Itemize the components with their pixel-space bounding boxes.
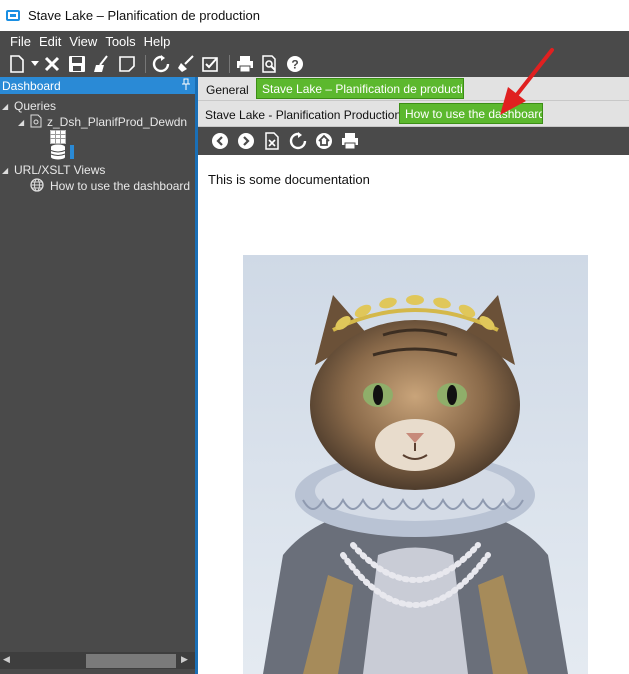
reload-icon[interactable]: [288, 131, 308, 151]
back-icon[interactable]: [210, 131, 230, 151]
tree-node-views[interactable]: ◢ URL/XSLT Views: [0, 162, 195, 178]
browser-toolbar: [198, 127, 629, 155]
horizontal-scrollbar[interactable]: ◀ ▶: [0, 652, 195, 669]
note-icon[interactable]: [116, 53, 138, 75]
tree-node-queries[interactable]: ◢ Queries: [0, 98, 195, 114]
menu-edit[interactable]: Edit: [39, 34, 61, 49]
tab-stave-production[interactable]: Stave Lake - Planification Production: [200, 104, 406, 125]
pin-icon[interactable]: [181, 78, 191, 93]
scroll-right-icon[interactable]: ▶: [181, 654, 188, 665]
panel-header: Dashboard: [0, 77, 195, 94]
clean-icon[interactable]: [91, 53, 113, 75]
forward-icon[interactable]: [236, 131, 256, 151]
collapse-icon[interactable]: ◢: [18, 118, 28, 127]
print-icon[interactable]: [234, 53, 256, 75]
tree-node-query[interactable]: ◢ z_Dsh_PlanifProd_Dewdn: [0, 114, 195, 130]
title-bar: Stave Lake – Planification de production: [0, 0, 629, 31]
app-icon: [6, 10, 20, 21]
tree-label: Queries: [14, 99, 57, 113]
stop-icon[interactable]: [262, 131, 282, 151]
menu-view[interactable]: View: [69, 34, 97, 49]
dashboard-panel: Dashboard ◢ Queries ◢ z_Dsh_PlanifProd_D…: [0, 77, 195, 674]
menu-file[interactable]: File: [10, 34, 31, 49]
broom-icon[interactable]: [175, 53, 197, 75]
selection-marker: [70, 145, 74, 159]
documentation-text: This is some documentation: [208, 172, 370, 187]
new-dropdown-icon[interactable]: [31, 53, 39, 75]
tab-how-to-use[interactable]: How to use the dashboard: [399, 103, 543, 124]
menu-bar: File Edit View Tools Help: [0, 31, 629, 51]
tab-row-2: Stave Lake - Planification Production Ho…: [198, 101, 629, 127]
document-view: This is some documentation: [198, 155, 629, 674]
scroll-thumb[interactable]: [86, 654, 176, 668]
collapse-icon[interactable]: ◢: [2, 102, 12, 111]
print-icon[interactable]: [340, 131, 360, 151]
tab-stave-lake[interactable]: Stave Lake – Planification de producti…: [256, 78, 464, 99]
refresh-icon[interactable]: [150, 53, 172, 75]
tree-label: URL/XSLT Views: [14, 163, 106, 177]
preview-icon[interactable]: [259, 53, 281, 75]
collapse-icon[interactable]: ◢: [2, 166, 12, 175]
delete-icon[interactable]: [41, 53, 63, 75]
home-icon[interactable]: [314, 131, 334, 151]
scroll-left-icon[interactable]: ◀: [3, 654, 10, 665]
tree-node-view[interactable]: How to use the dashboard: [0, 177, 195, 195]
tab-general[interactable]: General: [201, 79, 254, 100]
panel-title: Dashboard: [2, 78, 61, 93]
tree-label: z_Dsh_PlanifProd_Dewdn: [47, 115, 188, 129]
new-icon[interactable]: [6, 53, 28, 75]
toolbar-divider: [145, 55, 146, 73]
svg-text:?: ?: [291, 58, 298, 72]
cat-portrait-image: [243, 255, 588, 674]
globe-icon: [30, 177, 44, 195]
tree-view: ◢ Queries ◢ z_Dsh_PlanifProd_Dewdn ◢ URL…: [0, 94, 195, 194]
content-panel: General Stave Lake – Planification de pr…: [198, 77, 629, 674]
table-icon[interactable]: [0, 130, 195, 144]
tab-row-1: General Stave Lake – Planification de pr…: [198, 77, 629, 101]
save-icon[interactable]: [66, 53, 88, 75]
query-icon: [30, 114, 42, 131]
toolbar-divider: [229, 55, 230, 73]
database-icon[interactable]: [0, 144, 195, 160]
tree-label: How to use the dashboard: [50, 179, 191, 193]
menu-help[interactable]: Help: [144, 34, 171, 49]
main-toolbar: ?: [0, 51, 629, 77]
window-title: Stave Lake – Planification de production: [28, 8, 260, 23]
checklist-icon[interactable]: [200, 53, 222, 75]
help-icon[interactable]: ?: [284, 53, 306, 75]
menu-tools[interactable]: Tools: [105, 34, 135, 49]
